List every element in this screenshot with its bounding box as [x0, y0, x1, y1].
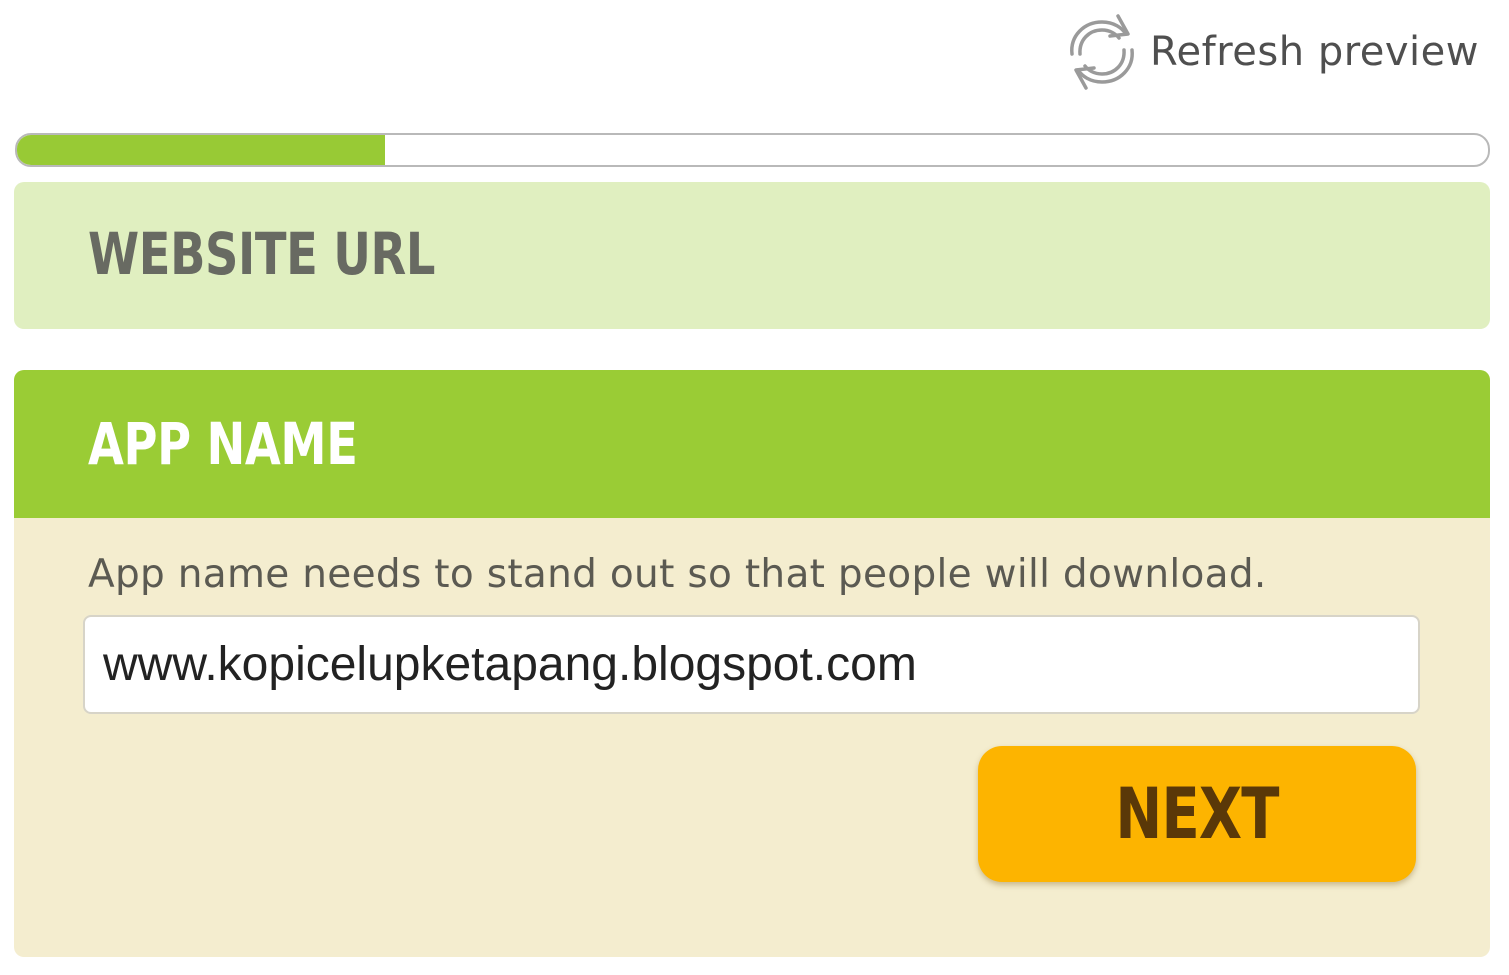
step-website-url[interactable]: WEBSITE URL — [14, 182, 1490, 329]
step-website-url-title: WEBSITE URL — [88, 220, 435, 288]
step-app-name-description: App name needs to stand out so that peop… — [88, 552, 1267, 597]
app-name-input[interactable] — [83, 615, 1420, 714]
refresh-preview-button[interactable]: Refresh preview — [1062, 10, 1479, 94]
step-app-name: APP NAME App name needs to stand out so … — [14, 370, 1490, 957]
step-app-name-title: APP NAME — [88, 410, 358, 478]
progress-bar-fill — [17, 135, 385, 165]
step-app-name-header: APP NAME — [14, 370, 1490, 518]
progress-bar — [15, 133, 1490, 167]
refresh-icon — [1062, 10, 1142, 94]
refresh-preview-label: Refresh preview — [1150, 29, 1479, 75]
next-button[interactable]: NEXT — [978, 746, 1416, 882]
next-button-label: NEXT — [1115, 773, 1279, 855]
